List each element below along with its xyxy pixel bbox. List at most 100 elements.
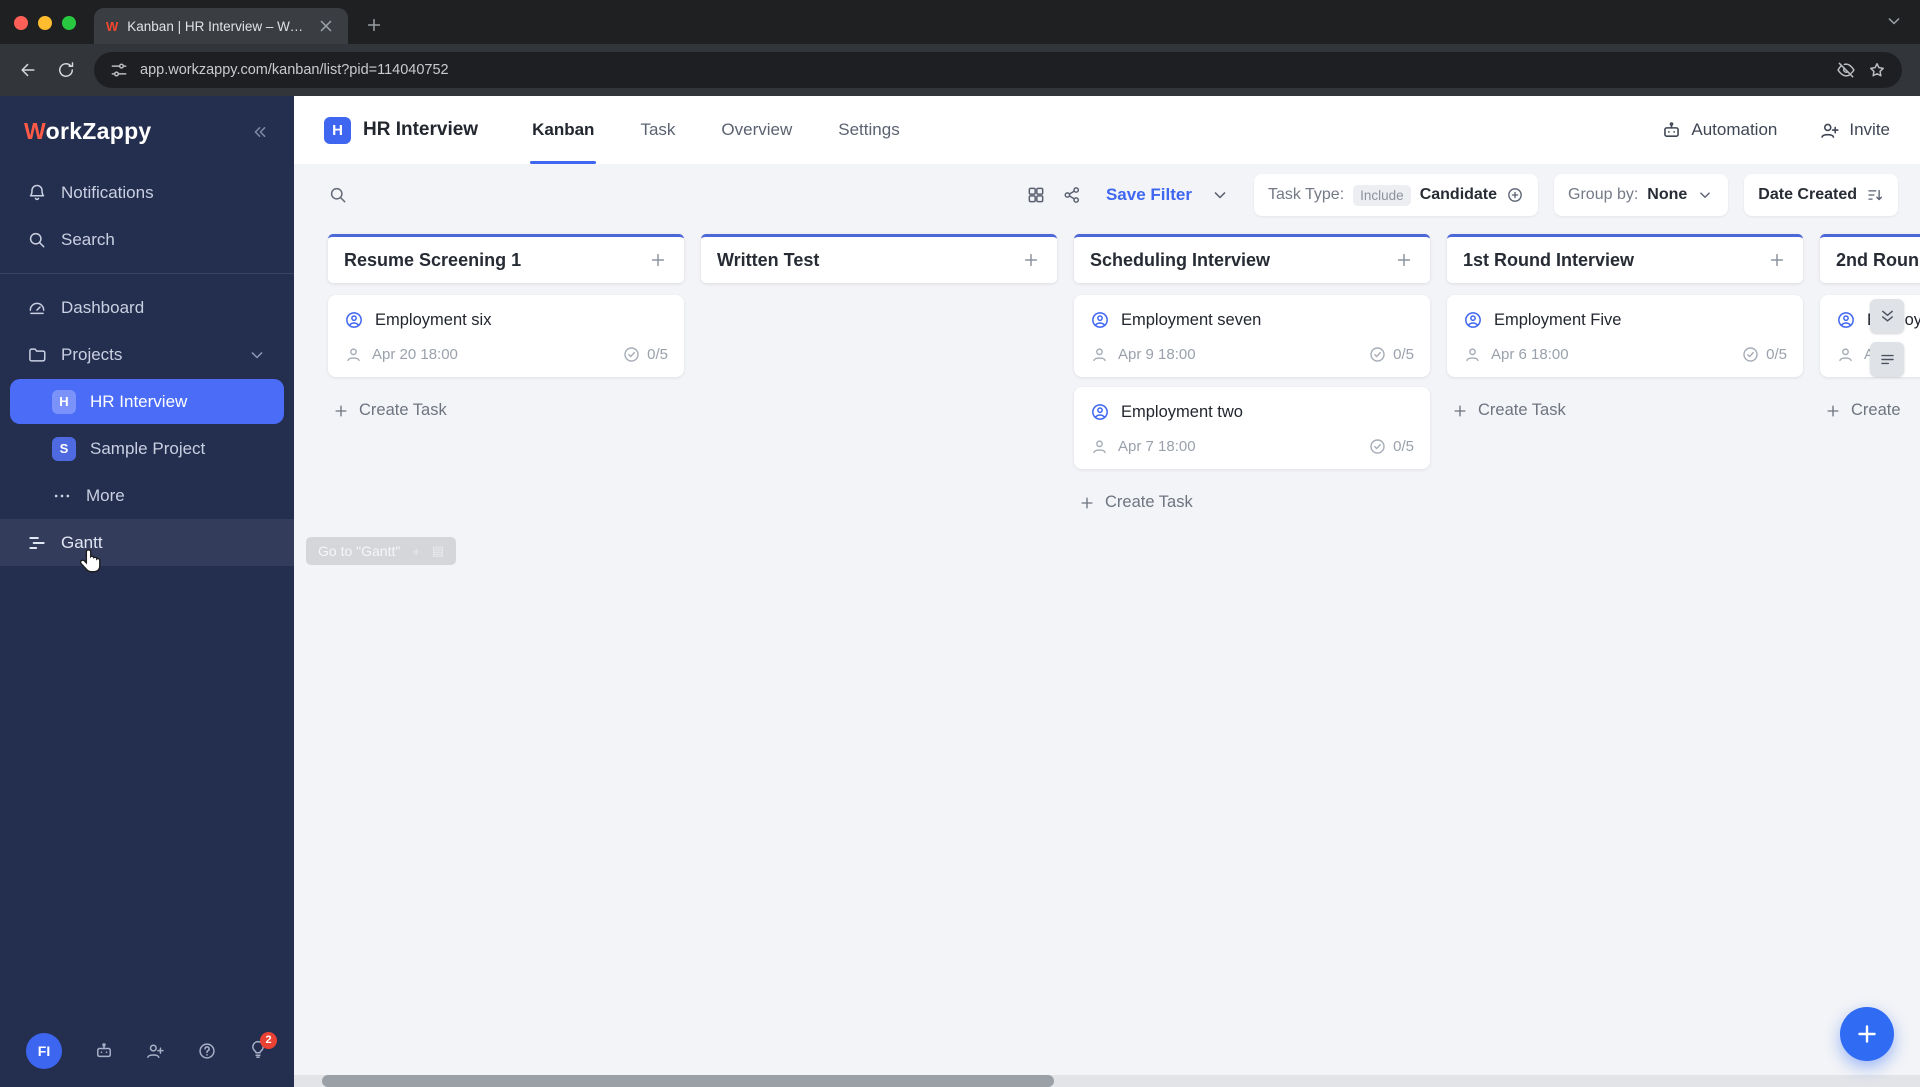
invite-button[interactable]: Invite [1819, 120, 1890, 141]
task-card[interactable]: Employment six Apr 20 18:00 0/5 [328, 295, 684, 377]
create-task-button[interactable]: Create [1820, 401, 1920, 420]
plus-icon [1827, 404, 1839, 417]
checklist-icon [1370, 347, 1385, 362]
assignee-avatar-icon [1465, 312, 1481, 328]
create-task-button[interactable]: Create Task [328, 401, 684, 420]
task-title: Employment six [375, 310, 492, 329]
sidebar-item-more[interactable]: More [0, 472, 294, 519]
site-settings-icon[interactable] [109, 60, 129, 80]
column-title: Resume Screening 1 [344, 249, 522, 270]
screen: W Kanban | HR Interview – Work app.workz… [0, 0, 1920, 1087]
invite-label: Invite [1849, 120, 1890, 139]
horizontal-scrollbar[interactable] [294, 1075, 1920, 1087]
column-title: 2nd Roun [1836, 249, 1919, 270]
eye-off-icon[interactable] [1836, 60, 1856, 80]
save-filter-chevron-icon[interactable] [1210, 185, 1230, 205]
add-task-icon[interactable] [1394, 250, 1414, 270]
add-task-fab[interactable] [1840, 1007, 1894, 1061]
column-header[interactable]: Scheduling Interview [1074, 234, 1430, 283]
new-tab-button[interactable] [364, 15, 384, 35]
tab-search-chevron-icon[interactable] [1884, 11, 1904, 31]
tab-task[interactable]: Task [640, 96, 675, 164]
save-filter-button[interactable]: Save Filter [1106, 185, 1192, 205]
help-icon[interactable] [197, 1041, 217, 1061]
create-task-button[interactable]: Create Task [1074, 493, 1430, 512]
browser-tab-strip: W Kanban | HR Interview – Work [0, 0, 1920, 44]
board-edge-buttons [1870, 299, 1904, 376]
search-icon[interactable] [328, 185, 348, 205]
tab-close-icon[interactable] [316, 16, 336, 36]
header-actions: Automation Invite [1661, 120, 1890, 141]
group-by-value: None [1647, 186, 1688, 203]
tab-overview[interactable]: Overview [721, 96, 792, 164]
create-task-button[interactable]: Create Task [1447, 401, 1803, 420]
plus-icon [1454, 404, 1466, 417]
automation-button[interactable]: Automation [1661, 120, 1777, 141]
column-title: Scheduling Interview [1090, 249, 1271, 270]
add-task-icon[interactable] [648, 250, 668, 270]
sidebar-item-sample-project[interactable]: S Sample Project [0, 425, 294, 472]
plus-icon [1081, 496, 1093, 509]
share-icon[interactable] [1062, 185, 1082, 205]
add-user-icon[interactable] [145, 1041, 165, 1061]
back-icon[interactable] [18, 60, 38, 80]
column-header[interactable]: Written Test [701, 234, 1057, 283]
scrollbar-thumb[interactable] [322, 1075, 1054, 1087]
task-type-filter-chip[interactable]: Task Type: Include Candidate [1253, 174, 1539, 216]
sidebar-item-label: Projects [61, 344, 123, 364]
list-view-button[interactable] [1870, 342, 1904, 376]
sidebar-item-hr-interview[interactable]: H HR Interview [10, 379, 284, 424]
browser-tab[interactable]: W Kanban | HR Interview – Work [94, 8, 348, 44]
bookmark-star-icon[interactable] [1867, 60, 1887, 80]
checklist-progress: 0/5 [1368, 437, 1414, 456]
collapse-sidebar-icon[interactable] [250, 122, 270, 142]
board-view-icon[interactable] [1026, 185, 1046, 205]
checklist-count: 0/5 [1393, 346, 1414, 363]
sort-dropdown[interactable]: Date Created [1744, 174, 1898, 216]
assignee-avatar-icon [1838, 312, 1854, 328]
tab-settings[interactable]: Settings [838, 96, 899, 164]
collapse-columns-button[interactable] [1870, 299, 1904, 333]
gantt-icon [29, 536, 45, 549]
zoom-window-button[interactable] [62, 16, 76, 30]
add-task-icon[interactable] [1767, 250, 1787, 270]
task-card[interactable]: Employment two Apr 7 18:00 0/5 [1074, 387, 1430, 469]
create-task-label: Create [1851, 401, 1901, 419]
task-card[interactable]: Employment seven Apr 9 18:00 0/5 [1074, 295, 1430, 377]
search-icon [29, 232, 45, 247]
bell-icon [29, 184, 45, 200]
minimize-window-button[interactable] [38, 16, 52, 30]
tab-kanban[interactable]: Kanban [530, 96, 597, 164]
sidebar-item-notifications[interactable]: Notifications [0, 169, 294, 216]
whats-new-button[interactable]: 2 [248, 1031, 277, 1064]
sidebar-item-projects[interactable]: Projects [0, 331, 294, 378]
user-avatar[interactable]: FI [26, 1033, 62, 1069]
column-header[interactable]: Resume Screening 1 [328, 234, 684, 283]
sidebar-item-dashboard[interactable]: Dashboard [0, 284, 294, 331]
url-text[interactable]: app.workzappy.com/kanban/list?pid=114040… [140, 62, 1825, 78]
checklist-icon [1370, 439, 1385, 454]
reload-icon[interactable] [56, 60, 76, 80]
task-title: Employment two [1121, 402, 1243, 421]
close-window-button[interactable] [14, 16, 28, 30]
checklist-icon [1743, 347, 1758, 362]
dashboard-icon [29, 302, 45, 314]
column-header[interactable]: 1st Round Interview [1447, 234, 1803, 283]
sidebar-item-gantt[interactable]: Gantt [0, 519, 294, 566]
due-date: Apr 6 18:00 [1491, 346, 1569, 363]
task-type-value: Candidate [1419, 186, 1498, 203]
chevron-down-icon[interactable] [247, 345, 267, 365]
sidebar-item-label: Notifications [61, 182, 154, 202]
group-by-dropdown[interactable]: Group by: None [1554, 174, 1729, 216]
column-cards: Employment seven Apr 9 18:00 0/5 Employm… [1074, 295, 1430, 512]
add-task-icon[interactable] [1021, 250, 1041, 270]
add-filter-icon[interactable] [1506, 186, 1524, 204]
assignee-icon [1466, 348, 1479, 362]
url-bar[interactable]: app.workzappy.com/kanban/list?pid=114040… [94, 52, 1902, 88]
sidebar-item-label: HR Interview [90, 391, 188, 411]
task-card[interactable]: Employment Five Apr 6 18:00 0/5 [1447, 295, 1803, 377]
column-header[interactable]: 2nd Roun [1820, 234, 1920, 283]
support-bot-icon[interactable] [94, 1041, 114, 1061]
group-by-label: Group by: [1568, 186, 1639, 203]
sidebar-item-search[interactable]: Search [0, 216, 294, 263]
